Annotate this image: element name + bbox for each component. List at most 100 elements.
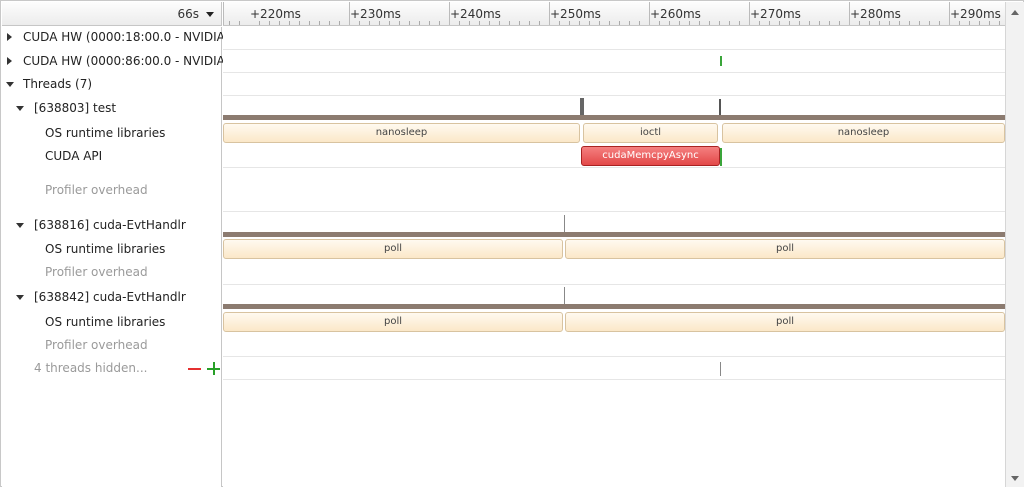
row-divider [223,284,1005,285]
ruler-minor-tick [819,21,820,25]
ruler-minor-tick [679,21,680,25]
ruler-minor-tick [599,21,600,25]
ruler-minor-tick [779,21,780,25]
ruler-minor-tick [279,21,280,25]
ruler-minor-tick [909,21,910,25]
collapse-arrow-icon[interactable] [16,106,24,111]
row-profiler-overhead[interactable]: Profiler overhead [45,265,148,279]
ruler-minor-tick [979,21,980,25]
ruler-minor-tick [609,21,610,25]
vertical-scrollbar[interactable] [1005,2,1024,487]
os-runtime-range-nanosleep[interactable]: nanosleep [722,123,1005,143]
collapse-arrow-icon[interactable] [16,223,24,228]
row-thread-638803[interactable]: [638803] test [34,101,116,115]
ruler-minor-tick [669,21,670,25]
ruler-minor-tick [739,21,740,25]
expand-arrow-icon[interactable] [7,33,12,41]
ruler-tick-label: +240ms [450,7,501,21]
ruler-minor-tick [789,21,790,25]
thread-activity-bar[interactable] [223,232,1005,237]
ruler-minor-tick [339,21,340,25]
ruler-minor-tick [719,21,720,25]
row-tree: CUDA HW (0000:18:00.0 - NVIDIA CUDA HW (… [2,27,225,487]
ruler-minor-tick [389,21,390,25]
ruler-minor-tick [439,21,440,25]
ruler-minor-tick [229,21,230,25]
ruler-minor-tick [989,21,990,25]
os-runtime-range-nanosleep[interactable]: nanosleep [223,123,580,143]
ruler-tick-label: +230ms [350,7,401,21]
ruler-minor-tick [459,21,460,25]
cuda-api-range-memcpy[interactable]: cudaMemcpyAsync [581,146,720,166]
ruler-minor-tick [579,21,580,25]
show-threads-button[interactable] [207,362,220,375]
row-threads[interactable]: Threads (7) [23,77,92,91]
ruler-minor-tick [539,21,540,25]
row-os-runtime[interactable]: OS runtime libraries [45,126,165,140]
os-runtime-range-poll[interactable]: poll [223,312,563,332]
os-runtime-range-poll[interactable]: poll [223,239,563,259]
ruler-minor-tick [659,21,660,25]
time-ruler[interactable]: +220ms +230ms +240ms +250ms +260ms +270m… [223,2,1005,26]
ruler-tick-label: +280ms [850,7,901,21]
timeline-canvas[interactable]: nanosleep ioctl nanosleep cudaMemcpyAsyn… [223,27,1005,487]
ruler-minor-tick [409,21,410,25]
ruler-minor-tick [899,21,900,25]
row-cuda-hw-86[interactable]: CUDA HW (0000:86:00.0 - NVIDIA [23,54,225,68]
ruler-minor-tick [879,21,880,25]
ruler-minor-tick [769,21,770,25]
timeline-header: 66s [2,2,222,26]
scroll-down-icon[interactable] [1011,476,1019,481]
hidden-thread-marker[interactable] [720,362,721,376]
ruler-minor-tick [729,21,730,25]
ruler-minor-tick [559,21,560,25]
thread-sample-marker[interactable] [564,215,565,232]
collapse-arrow-icon[interactable] [6,82,14,87]
hide-threads-button[interactable] [188,368,201,370]
row-divider [223,49,1005,50]
ruler-tick-label: +270ms [750,7,801,21]
row-os-runtime[interactable]: OS runtime libraries [45,242,165,256]
ruler-minor-tick [799,21,800,25]
row-thread-638816[interactable]: [638816] cuda-EvtHandlr [34,218,186,232]
row-thread-638842[interactable]: [638842] cuda-EvtHandlr [34,290,186,304]
gpu-activity-marker[interactable] [720,56,722,66]
row-profiler-overhead[interactable]: Profiler overhead [45,338,148,352]
ruler-minor-tick [369,21,370,25]
ruler-minor-tick [639,21,640,25]
ruler-minor-tick [969,21,970,25]
ruler-minor-tick [469,21,470,25]
row-threads-hidden[interactable]: 4 threads hidden... [34,361,147,375]
ruler-tick-label: +250ms [550,7,601,21]
thread-activity-bar[interactable] [223,304,1005,309]
ruler-minor-tick [889,21,890,25]
zoom-dropdown-icon[interactable] [204,8,216,20]
ruler-minor-tick [839,21,840,25]
os-runtime-range-poll[interactable]: poll [565,239,1005,259]
row-divider [223,167,1005,168]
row-cuda-hw-18[interactable]: CUDA HW (0000:18:00.0 - NVIDIA [23,30,225,44]
os-runtime-range-ioctl[interactable]: ioctl [583,123,718,143]
ruler-minor-tick [309,21,310,25]
collapse-arrow-icon[interactable] [16,295,24,300]
ruler-minor-tick [329,21,330,25]
ruler-minor-tick [829,21,830,25]
ruler-minor-tick [959,21,960,25]
row-profiler-overhead[interactable]: Profiler overhead [45,183,148,197]
ruler-minor-tick [429,21,430,25]
ruler-minor-tick [859,21,860,25]
os-runtime-range-poll[interactable]: poll [565,312,1005,332]
row-divider [223,95,1005,96]
ruler-minor-tick [269,21,270,25]
ruler-minor-tick [479,21,480,25]
row-cuda-api[interactable]: CUDA API [45,149,102,163]
ruler-minor-tick [699,21,700,25]
thread-sample-marker[interactable] [564,287,565,304]
row-os-runtime[interactable]: OS runtime libraries [45,315,165,329]
expand-arrow-icon[interactable] [7,57,12,65]
ruler-minor-tick [289,21,290,25]
ruler-minor-tick [919,21,920,25]
thread-activity-bar[interactable] [223,115,1005,120]
scroll-up-icon[interactable] [1011,10,1019,15]
ruler-minor-tick [709,21,710,25]
